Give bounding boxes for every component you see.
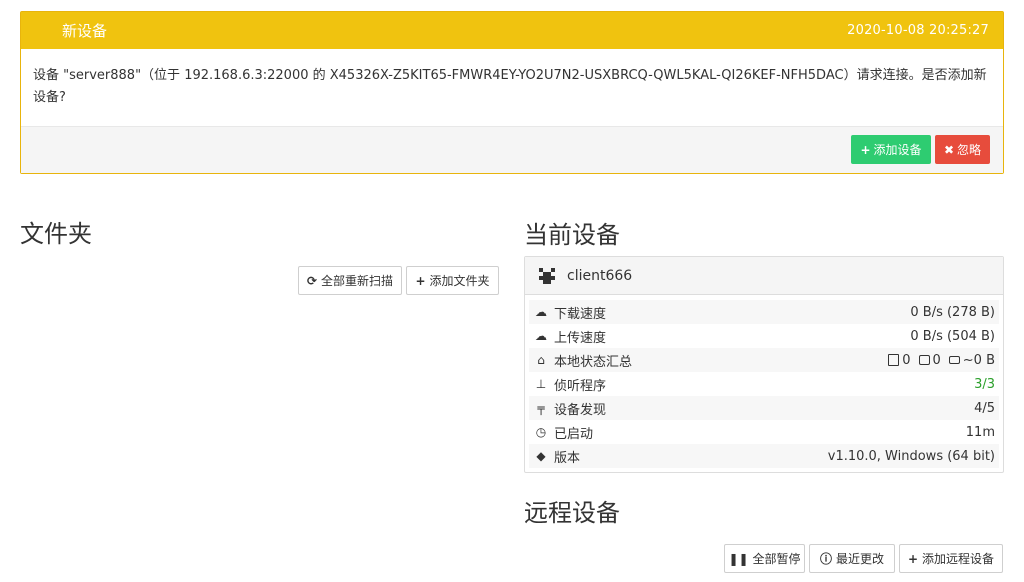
notification-message: 设备 "server888"（位于 192.168.6.3:22000 的 X4… — [21, 49, 1003, 127]
add-folder-button[interactable]: + 添加文件夹 — [406, 266, 499, 295]
listeners-row: ⊥ 侦听程序 3/3 — [529, 372, 999, 396]
download-rate-row: ☁ 下载速度 0 B/s (278 B) — [529, 300, 999, 324]
home-icon: ⌂ — [537, 353, 545, 367]
signpost-icon: ╤ — [537, 401, 545, 415]
local-state-row: ⌂ 本地状态汇总 0 0 ~0 B — [529, 348, 999, 372]
rescan-all-label: 全部重新扫描 — [321, 274, 394, 288]
sitemap-icon: ⊥ — [535, 377, 547, 391]
folder-icon — [918, 355, 930, 365]
this-device-header[interactable]: client666 — [525, 257, 1003, 295]
upload-rate-row: ☁ 上传速度 0 B/s (504 B) — [529, 324, 999, 348]
notification-header: 新设备 2020-10-08 20:25:27 — [21, 12, 1003, 49]
info-icon: ⓘ — [819, 552, 832, 566]
this-device-heading: 当前设备 — [524, 221, 620, 249]
ignore-button[interactable]: ✖ 忽略 — [935, 135, 990, 164]
add-device-label: 添加设备 — [873, 143, 922, 157]
recent-changes-button[interactable]: ⓘ 最近更改 — [809, 544, 895, 573]
version-row: ◆ 版本 v1.10.0, Windows (64 bit) — [529, 444, 999, 468]
device-name: client666 — [567, 267, 633, 284]
add-device-button[interactable]: + 添加设备 — [851, 135, 931, 164]
discovery-value[interactable]: 4/5 — [974, 401, 995, 416]
local-state-label: 本地状态汇总 — [554, 354, 633, 370]
close-icon: ✖ — [943, 142, 955, 157]
files-count: 0 — [902, 352, 911, 368]
uptime-label: 已启动 — [554, 426, 594, 442]
notification-timestamp: 2020-10-08 20:25:27 — [847, 23, 989, 38]
notification-actions: + 添加设备 ✖ 忽略 — [21, 127, 1003, 173]
plus-icon: + — [415, 273, 426, 288]
hdd-icon — [948, 356, 960, 364]
listeners-label: 侦听程序 — [554, 378, 607, 394]
clock-icon: ◷ — [535, 425, 547, 439]
rescan-all-button[interactable]: ⟳ 全部重新扫描 — [298, 266, 402, 295]
cloud-upload-icon: ☁ — [535, 329, 547, 343]
discovery-row: ╤ 设备发现 4/5 — [529, 396, 999, 420]
add-remote-device-label: 添加远程设备 — [922, 552, 995, 566]
listeners-value[interactable]: 3/3 — [974, 377, 995, 392]
version-value: v1.10.0, Windows (64 bit) — [827, 448, 995, 464]
uptime-row: ◷ 已启动 11m — [529, 420, 999, 444]
notification-title: 新设备 — [62, 22, 108, 40]
ignore-label: 忽略 — [957, 143, 982, 157]
version-label: 版本 — [554, 450, 581, 466]
pause-all-label: 全部暂停 — [752, 552, 801, 566]
this-device-panel: client666 ☁ 下载速度 0 B/s (278 B) ☁ 上传速度 0 B/… — [524, 256, 1004, 473]
add-folder-label: 添加文件夹 — [429, 274, 490, 288]
recent-changes-label: 最近更改 — [836, 552, 885, 566]
dirs-count: 0 — [932, 352, 941, 368]
tag-icon: ◆ — [536, 449, 546, 463]
plus-icon: + — [907, 551, 919, 566]
local-state-summary: 0 0 ~0 B — [888, 353, 995, 368]
upload-rate-value: 0 B/s (504 B) — [910, 328, 995, 344]
refresh-icon: ⟳ — [306, 273, 318, 288]
pause-icon: ❚❚ — [728, 551, 749, 566]
device-stats: ☁ 下载速度 0 B/s (278 B) ☁ 上传速度 0 B/s (504 B) … — [525, 295, 1003, 468]
upload-rate-label: 上传速度 — [554, 330, 607, 346]
add-remote-device-button[interactable]: + 添加远程设备 — [899, 544, 1003, 573]
remote-devices-heading: 远程设备 — [524, 499, 620, 527]
folders-heading: 文件夹 — [20, 220, 92, 248]
download-rate-label: 下载速度 — [554, 306, 607, 322]
discovery-label: 设备发现 — [554, 402, 607, 418]
local-size: ~0 B — [962, 352, 995, 368]
download-rate-value: 0 B/s (278 B) — [910, 304, 995, 320]
uptime-value: 11m — [965, 424, 995, 440]
new-device-notification: 新设备 2020-10-08 20:25:27 设备 "server888"（位… — [20, 11, 1004, 174]
device-identicon-icon — [539, 267, 555, 284]
file-icon — [888, 354, 900, 366]
plus-icon: + — [860, 142, 871, 157]
cloud-download-icon: ☁ — [535, 305, 547, 319]
pause-all-button[interactable]: ❚❚ 全部暂停 — [724, 544, 805, 573]
